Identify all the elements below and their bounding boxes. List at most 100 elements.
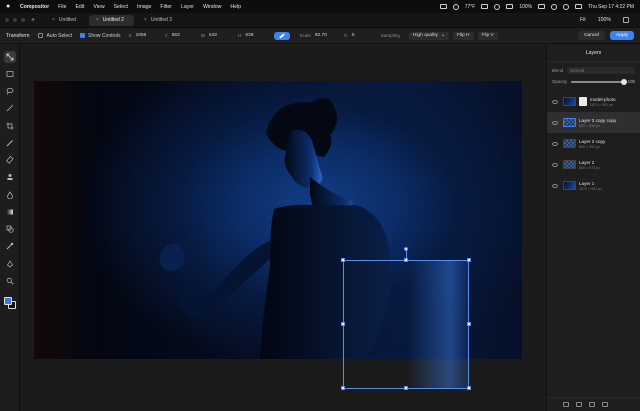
cancel-button[interactable]: Cancel: [578, 31, 605, 40]
menu-image[interactable]: Image: [137, 4, 151, 10]
layer-row-layer-1[interactable]: Layer 1 1872 × 941 px: [547, 175, 640, 196]
scale-field[interactable]: Scale 82.70: [299, 33, 335, 38]
sampling-select[interactable]: High quality ⌄: [408, 31, 449, 40]
menu-edit[interactable]: Edit: [75, 4, 84, 10]
handle-top-left[interactable]: [341, 258, 345, 262]
wifi-icon[interactable]: [551, 3, 558, 10]
layer-row-layer-3-copy-copy[interactable]: Layer 3 copy copy 850 × 938 px: [547, 112, 640, 133]
zoom-window-icon[interactable]: [21, 18, 25, 22]
minimize-window-icon[interactable]: [13, 18, 17, 22]
shape-icon[interactable]: [4, 223, 16, 235]
stamp-icon[interactable]: [4, 171, 16, 183]
gradient-icon[interactable]: [4, 206, 16, 218]
visibility-eye-icon[interactable]: [552, 183, 558, 188]
y-value[interactable]: 553: [172, 33, 192, 38]
menu-filter[interactable]: Filter: [160, 4, 172, 10]
eraser-icon[interactable]: [4, 154, 16, 166]
scale-value[interactable]: 82.70: [315, 33, 335, 38]
rotation-handle[interactable]: [404, 247, 408, 251]
menu-file[interactable]: File: [58, 4, 66, 10]
show-controls-checkbox[interactable]: Show Controls: [80, 33, 121, 39]
clock[interactable]: Thu Sep 17 4:22 PM: [588, 4, 634, 10]
blend-mode-select[interactable]: Normal: [567, 67, 635, 74]
handle-bottom-left[interactable]: [341, 386, 345, 390]
angle-value[interactable]: 0: [352, 33, 372, 38]
foreground-color-swatch[interactable]: [4, 297, 12, 305]
visibility-eye-icon[interactable]: [552, 141, 558, 146]
layer-mask-thumbnail[interactable]: [579, 97, 587, 106]
opacity-slider-knob[interactable]: [620, 78, 627, 85]
new-layer-icon[interactable]: [563, 402, 569, 407]
display-icon[interactable]: [481, 4, 489, 9]
zoom-icon[interactable]: [4, 275, 16, 287]
handle-top-right[interactable]: [467, 258, 471, 262]
handle-bottom-center[interactable]: [404, 386, 408, 390]
flip-h-button[interactable]: Flip H: [453, 31, 474, 40]
menu-help[interactable]: Help: [230, 4, 241, 10]
w-value[interactable]: 632: [209, 33, 229, 38]
handle-top-center[interactable]: [404, 258, 408, 262]
adjustment-icon[interactable]: [589, 402, 595, 407]
opacity-slider[interactable]: [570, 78, 627, 85]
auto-select-checkbox[interactable]: Auto Select: [38, 33, 72, 39]
pen-icon[interactable]: [4, 258, 16, 270]
x-field[interactable]: X 1056: [129, 33, 156, 38]
visibility-eye-icon[interactable]: [552, 162, 558, 167]
visibility-eye-icon[interactable]: [552, 120, 558, 125]
apply-button[interactable]: Apply: [610, 31, 634, 40]
close-window-icon[interactable]: [5, 18, 9, 22]
eyedropper-icon[interactable]: [4, 240, 16, 252]
menu-app-name[interactable]: Compositor: [20, 4, 49, 10]
handle-bottom-right[interactable]: [467, 386, 471, 390]
y-field[interactable]: Y 553: [165, 33, 192, 38]
flip-v-button[interactable]: Flip V: [477, 31, 498, 40]
h-field[interactable]: H 638: [238, 33, 265, 38]
h-value[interactable]: 638: [245, 33, 265, 38]
w-field[interactable]: W 632: [201, 33, 229, 38]
menu-window[interactable]: Window: [203, 4, 221, 10]
close-tab-icon[interactable]: ×: [144, 17, 147, 23]
visibility-eye-icon[interactable]: [552, 99, 558, 104]
brush-icon[interactable]: [4, 137, 16, 149]
lasso-icon[interactable]: [4, 85, 16, 97]
search-icon[interactable]: [563, 3, 570, 10]
link-dimensions-button[interactable]: [274, 31, 291, 40]
crop-icon[interactable]: [4, 120, 16, 132]
zoom-level[interactable]: 100%: [598, 17, 611, 23]
new-tab-icon[interactable]: +: [31, 17, 41, 24]
battery-percent[interactable]: 100%: [519, 4, 532, 10]
record-icon[interactable]: [439, 4, 447, 9]
menu-view[interactable]: View: [93, 4, 104, 10]
battery-icon[interactable]: [538, 4, 546, 9]
trash-icon[interactable]: [602, 402, 608, 407]
tab-untitled-2[interactable]: × Untitled 2: [88, 14, 134, 26]
menu-select[interactable]: Select: [114, 4, 128, 10]
move-tool-icon[interactable]: [4, 51, 16, 63]
layer-row-layer-2[interactable]: Layer 2 850 × 573 px: [547, 154, 640, 175]
apple-icon[interactable]: ●: [6, 3, 14, 10]
angle-field[interactable]: ↻ 0: [344, 33, 372, 39]
folder-icon[interactable]: [576, 402, 582, 407]
tab-untitled-3[interactable]: × Untitled 3: [137, 15, 182, 26]
fill-icon[interactable]: [4, 189, 16, 201]
layer-row-layer-2-copy[interactable]: Layer 2 copy 850 × 593 px: [547, 133, 640, 154]
fullscreen-icon[interactable]: [623, 17, 629, 23]
transform-bounding-box[interactable]: [343, 260, 469, 389]
close-tab-icon[interactable]: ×: [96, 17, 99, 23]
opacity-value[interactable]: 100: [628, 79, 635, 84]
focus-icon[interactable]: [494, 3, 501, 10]
tab-untitled[interactable]: × Untitled: [45, 15, 86, 26]
magic-wand-icon[interactable]: [4, 102, 16, 114]
control-center-icon[interactable]: [575, 4, 583, 9]
marquee-icon[interactable]: [4, 68, 16, 80]
menu-layer[interactable]: Layer: [181, 4, 194, 10]
handle-middle-left[interactable]: [341, 322, 345, 326]
fit-button[interactable]: Fit: [580, 17, 586, 23]
handle-middle-right[interactable]: [467, 322, 471, 326]
close-tab-icon[interactable]: ×: [52, 17, 55, 23]
weather-readout[interactable]: 77°F: [465, 4, 476, 10]
window-icon[interactable]: [506, 4, 514, 9]
x-value[interactable]: 1056: [136, 33, 156, 38]
layer-row-model-photo[interactable]: model-photo 1872 × 941 px: [547, 91, 640, 112]
music-icon[interactable]: [452, 3, 459, 10]
